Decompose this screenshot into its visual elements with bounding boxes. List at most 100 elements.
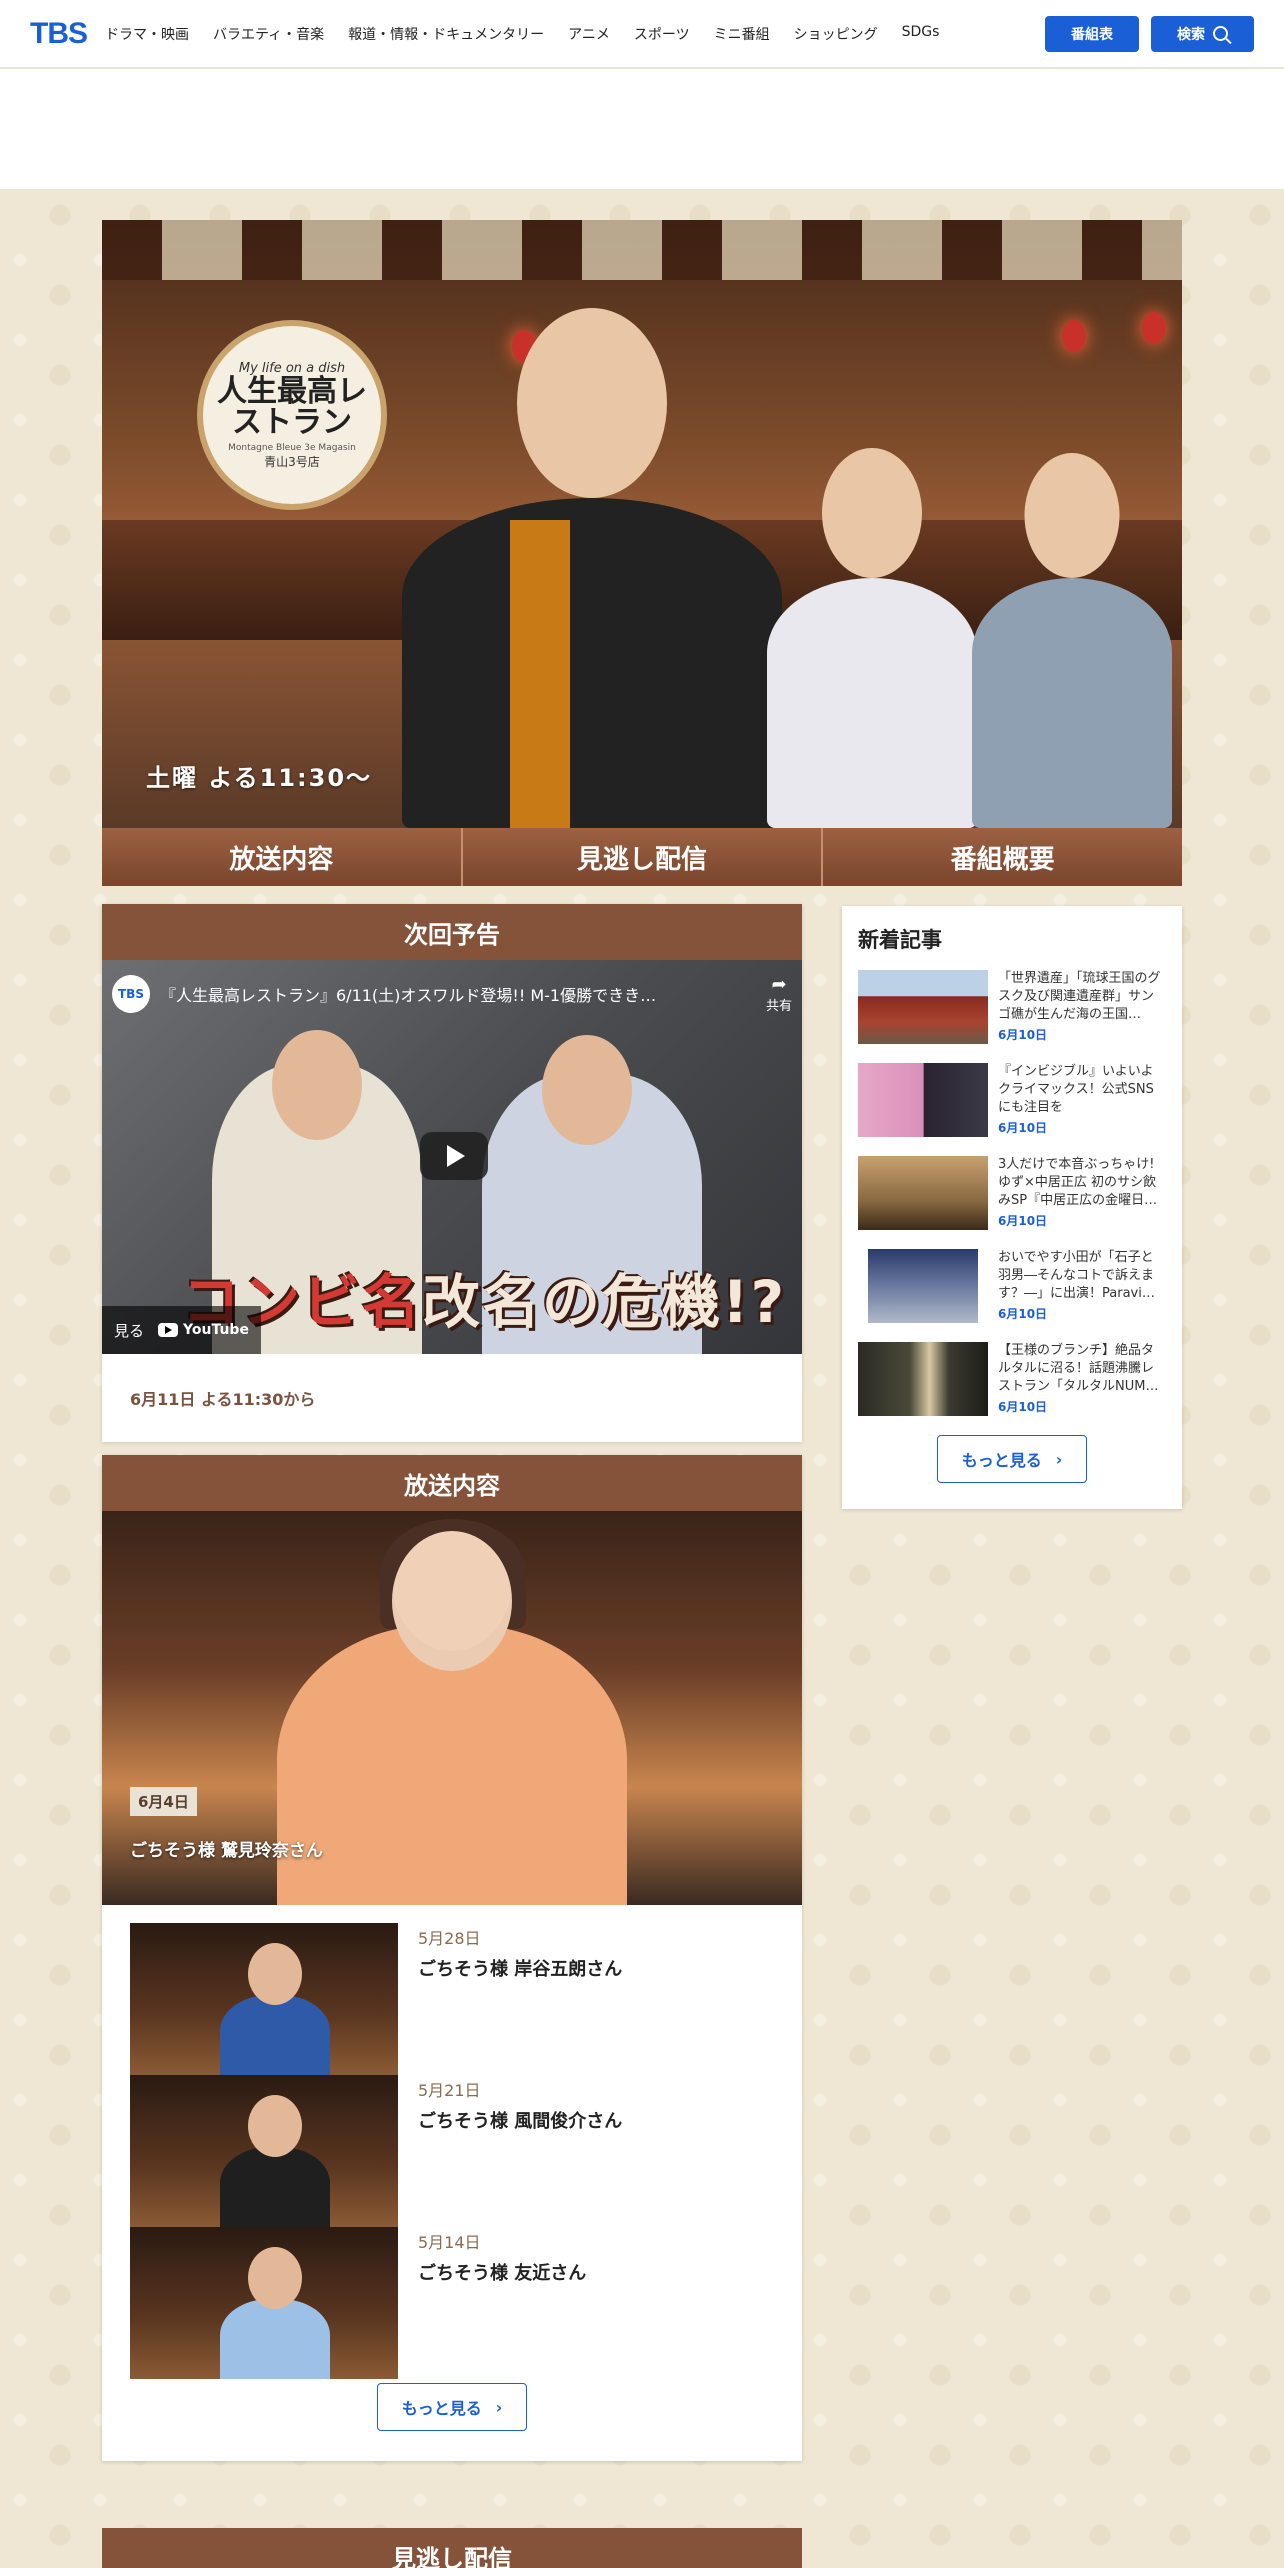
nav-item-anime[interactable]: アニメ [568, 24, 610, 44]
channel-avatar[interactable]: TBS [112, 975, 150, 1013]
play-button[interactable] [420, 1132, 488, 1180]
comedian-right-head [542, 1035, 632, 1145]
article-thumbnail [858, 1249, 988, 1323]
article-text: 『インビジブル』いよいよクライマックス！公式SNSにも注目を [998, 1064, 1154, 1115]
youtube-logo: YouTube [158, 1322, 249, 1338]
episode-thumbnail [130, 1923, 398, 2075]
article-date: 6月10日 [998, 1121, 1048, 1135]
featured-guest-head [392, 1531, 512, 1671]
share-label: 共有 [765, 999, 792, 1014]
schedule-button-label: 番組表 [1071, 26, 1113, 43]
nav-item-shopping[interactable]: ショッピング [794, 24, 878, 44]
list-item[interactable]: 5月28日 ごちそう様 岸谷五朗さん [130, 1923, 774, 2075]
article-thumbnail [858, 1063, 988, 1137]
search-button-label: 検索 [1177, 26, 1205, 43]
article-date: 6月10日 [998, 1400, 1048, 1414]
episode-guest: ごちそう様 岸谷五朗さん [418, 1959, 623, 1980]
list-item[interactable]: 5月21日 ごちそう様 風間俊介さん [130, 2075, 774, 2227]
article-item[interactable]: 【王様のブランチ】絶品タルタルに沼る！話題沸騰レストラン「タルタルNUM… 6月1… [858, 1342, 1166, 1416]
main-nav: ドラマ・映画 バラエティ・音楽 報道・情報・ドキュメンタリー アニメ スポーツ … [105, 24, 963, 44]
nav-item-news[interactable]: 報道・情報・ドキュメンタリー [348, 24, 544, 44]
youtube-embed[interactable]: TBS 『人生最高レストラン』6/11(土)オスワルド登場!! M-1優勝できき… [102, 960, 802, 1354]
watch-label: 見る [114, 1321, 145, 1340]
assistant-head [822, 448, 922, 578]
search-icon [1213, 26, 1228, 41]
next-episode-title: 次回予告 [102, 904, 802, 960]
article-item[interactable]: おいでやす小田が「石子と羽男―そんなコトで訴えます？―」に出演！Paravi… 6… [858, 1249, 1166, 1323]
guest-body [220, 2299, 330, 2379]
nav-item-mini[interactable]: ミニ番組 [714, 24, 770, 44]
tbs-logo[interactable]: TBS [30, 17, 88, 51]
lantern-icon [1062, 320, 1086, 352]
featured-episode-guest: ごちそう様 鷲見玲奈さん [130, 1841, 323, 1861]
share-icon: ➦ [771, 974, 787, 995]
airtime-label: 土曜 よる11:30〜 [146, 764, 373, 792]
broadcast-more-label: もっと見る [401, 2399, 482, 2418]
program-logo-title: 人生最高レストラン [217, 373, 367, 440]
article-thumbnail-image [868, 1249, 978, 1323]
episode-guest: ごちそう様 友近さん [418, 2263, 587, 2284]
article-date: 6月10日 [998, 1028, 1048, 1042]
tab-broadcast-content[interactable]: 放送内容 [102, 828, 463, 886]
article-thumbnail [858, 1342, 988, 1416]
article-text: 3人だけで本音ぶっちゃけ! ゆず×中居正広 初のサシ飲みSP『中居正広の金曜日… [998, 1157, 1158, 1208]
guest-body [220, 1995, 330, 2075]
program-hero-image: My life on a dish 人生最高レストラン Montagne Ble… [102, 220, 1182, 828]
nav-item-sdgs[interactable]: SDGs [902, 24, 940, 44]
broadcast-section: 放送内容 6月4日 ごちそう様 鷲見玲奈さん 5月28日 ごちそう様 岸谷五朗さ… [102, 1455, 802, 2461]
youtube-label: YouTube [183, 1322, 249, 1338]
next-air-date: 6月11日 よる11:30から [130, 1390, 316, 1409]
share-button[interactable]: ➦ 共有 [766, 974, 792, 1014]
chevron-right-icon: › [495, 2397, 503, 2417]
program-tabs: 放送内容 見逃し配信 番組概要 [102, 828, 1183, 886]
tab-program-overview[interactable]: 番組概要 [823, 828, 1183, 886]
watch-on-youtube[interactable]: 見る YouTube [102, 1306, 261, 1354]
next-episode-section: 次回予告 TBS 『人生最高レストラン』6/11(土)オスワルド登場!! M-1… [102, 904, 802, 1442]
list-item[interactable]: 5月14日 ごちそう様 友近さん [130, 2227, 774, 2379]
guest-body [220, 2147, 330, 2227]
host-figure [402, 308, 782, 828]
video-headline: コンビ名改名の危機!? [182, 1255, 786, 1339]
latest-articles-title: 新着記事 [858, 928, 942, 952]
header-buttons: 番組表 検索 [1045, 15, 1254, 52]
episode-date: 5月21日 [418, 2081, 481, 2100]
episode-guest: ごちそう様 風間俊介さん [418, 2111, 623, 2132]
video-headline-white: 改名の危機!? [422, 1268, 787, 1336]
episode-date: 5月14日 [418, 2233, 481, 2252]
announcer-figure [972, 453, 1172, 828]
article-text: 「世界遺産」「琉球王国のグスク及び関連遺産群」サンゴ礁が生んだ海の王国… [998, 971, 1161, 1022]
nav-item-sports[interactable]: スポーツ [634, 24, 690, 44]
youtube-icon [158, 1323, 179, 1337]
comedian-left-head [272, 1030, 362, 1140]
missed-streaming-title: 見逃し配信 [102, 2528, 802, 2568]
episode-list: 5月28日 ごちそう様 岸谷五朗さん 5月21日 ごちそう様 風間俊介さん 5月… [102, 1905, 802, 2379]
announcer-head [1024, 453, 1120, 578]
broadcast-more-button[interactable]: もっと見る › [377, 2383, 527, 2431]
article-text: 【王様のブランチ】絶品タルタルに沼る！話題沸騰レストラン「タルタルNUM… [998, 1343, 1159, 1394]
article-item[interactable]: 3人だけで本音ぶっちゃけ! ゆず×中居正広 初のサシ飲みSP『中居正広の金曜日…… [858, 1156, 1166, 1230]
video-title[interactable]: 『人生最高レストラン』6/11(土)オスワルド登場!! M-1優勝できき… [160, 982, 656, 1006]
episode-thumbnail [130, 2227, 398, 2379]
article-item[interactable]: 「世界遺産」「琉球王国のグスク及び関連遺産群」サンゴ礁が生んだ海の王国… 6月10… [858, 970, 1166, 1044]
schedule-button[interactable]: 番組表 [1045, 15, 1139, 52]
article-item[interactable]: 『インビジブル』いよいよクライマックス！公式SNSにも注目を 6月10日 [858, 1063, 1166, 1137]
search-button[interactable]: 検索 [1151, 15, 1254, 52]
article-date: 6月10日 [998, 1214, 1048, 1228]
video-top-bar: TBS 『人生最高レストラン』6/11(土)オスワルド登場!! M-1優勝できき… [112, 974, 792, 1014]
article-thumbnail [858, 1156, 988, 1230]
broadcast-title: 放送内容 [102, 1455, 802, 1511]
episode-thumbnail [130, 2075, 398, 2227]
articles-more-button[interactable]: もっと見る › [937, 1435, 1087, 1483]
article-date: 6月10日 [998, 1307, 1048, 1321]
nav-item-variety[interactable]: バラエティ・音楽 [213, 24, 324, 44]
program-logo-subtitle: Montagne Bleue 3e Magasin [228, 442, 356, 453]
guest-head [248, 2095, 302, 2157]
episode-date: 5月28日 [418, 1929, 481, 1948]
featured-episode[interactable]: 6月4日 ごちそう様 鷲見玲奈さん [102, 1511, 802, 1905]
tab-missed-streaming[interactable]: 見逃し配信 [462, 828, 824, 886]
hero-ceiling [102, 220, 1182, 280]
nav-item-drama[interactable]: ドラマ・映画 [105, 24, 189, 44]
chevron-right-icon: › [1055, 1449, 1063, 1469]
article-text: おいでやす小田が「石子と羽男―そんなコトで訴えます？―」に出演！Paravi… [998, 1250, 1155, 1301]
host-head [517, 308, 667, 498]
